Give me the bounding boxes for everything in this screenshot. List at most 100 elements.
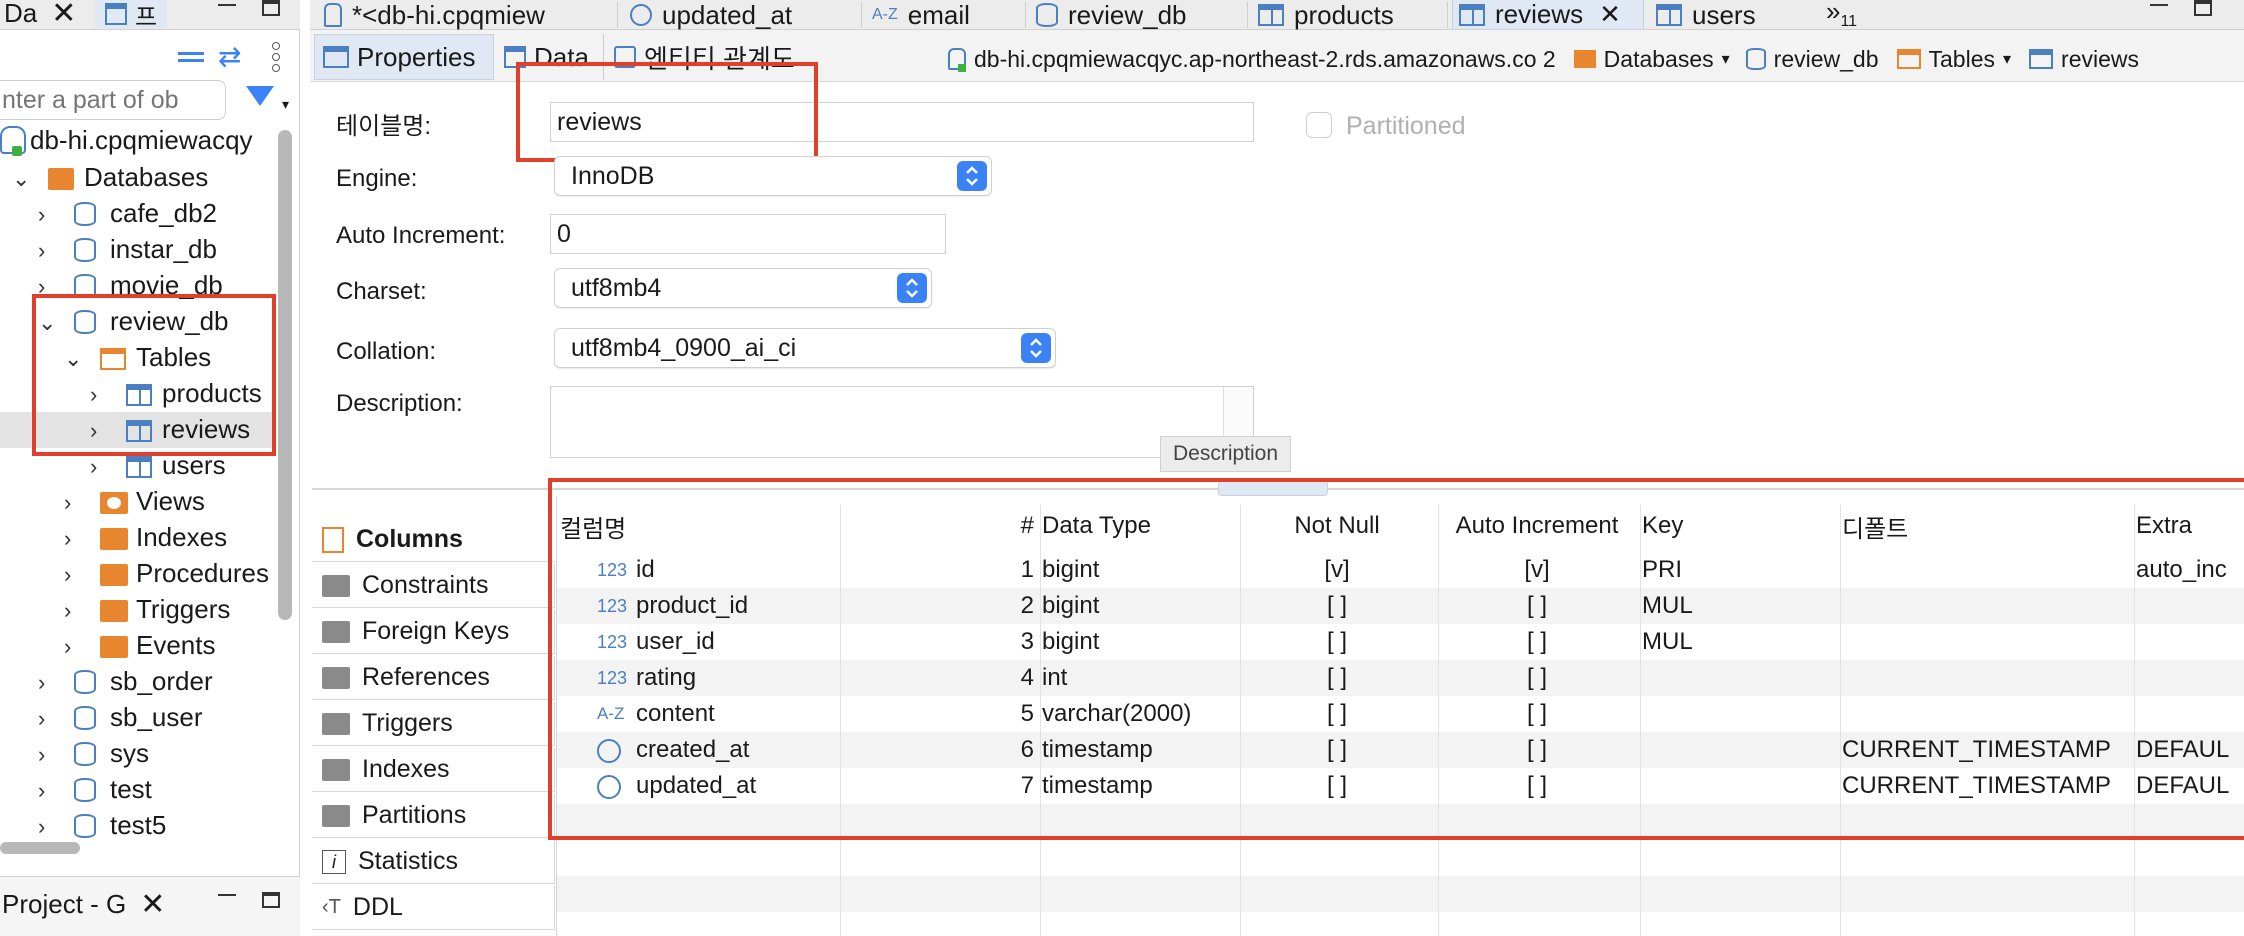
- cell-name[interactable]: rating: [636, 660, 834, 696]
- cell-num[interactable]: 5: [842, 696, 1034, 732]
- column-header[interactable]: Auto Increment: [1440, 508, 1634, 544]
- chevron-right-icon[interactable]: ›: [64, 490, 71, 516]
- cell-default[interactable]: [1842, 588, 2128, 624]
- chevron-right-icon[interactable]: ›: [38, 814, 45, 840]
- chevron-right-icon[interactable]: ›: [90, 454, 97, 480]
- maximize-icon[interactable]: [2194, 0, 2212, 16]
- cell-type[interactable]: timestamp: [1042, 732, 1234, 768]
- filter-input[interactable]: [0, 80, 226, 120]
- cell-extra[interactable]: [2136, 588, 2236, 624]
- tab-review-db[interactable]: review_db: [1030, 0, 1248, 30]
- splitter-handle[interactable]: [1218, 480, 1328, 496]
- cell-extra[interactable]: [2136, 660, 2236, 696]
- tree-item[interactable]: › movie_db: [0, 268, 276, 304]
- chevron-right-icon[interactable]: ›: [64, 598, 71, 624]
- cell-type[interactable]: bigint: [1042, 588, 1234, 624]
- subtab-properties[interactable]: Properties: [314, 34, 494, 80]
- collapse-all-icon[interactable]: [178, 50, 204, 64]
- cell-type[interactable]: bigint: [1042, 624, 1234, 660]
- chevron-down-icon[interactable]: ⌄: [12, 166, 30, 192]
- table-row[interactable]: created_at 6 timestamp[ ][ ] CURRENT_TIMEST…: [557, 732, 2244, 768]
- cell-key[interactable]: MUL: [1642, 588, 1834, 624]
- cell-type[interactable]: int: [1042, 660, 1234, 696]
- subtab-data[interactable]: Data: [500, 34, 604, 80]
- chevron-down-icon[interactable]: ▾: [2003, 49, 2011, 69]
- tab-products[interactable]: products: [1252, 0, 1448, 30]
- chevron-right-icon[interactable]: ›: [64, 526, 71, 552]
- chevron-right-icon[interactable]: ›: [38, 238, 45, 264]
- chevron-right-icon[interactable]: ›: [38, 706, 45, 732]
- cell-type[interactable]: bigint: [1042, 552, 1234, 588]
- cell-key[interactable]: [1642, 696, 1834, 732]
- cell-default[interactable]: [1842, 552, 2128, 588]
- chevron-right-icon[interactable]: ›: [38, 742, 45, 768]
- cell-name[interactable]: content: [636, 696, 834, 732]
- cell-auto-inc[interactable]: [ ]: [1440, 624, 1634, 660]
- chevron-down-icon[interactable]: ▾: [1722, 49, 1730, 69]
- chevron-right-icon[interactable]: ›: [38, 670, 45, 696]
- table-row[interactable]: 123 id 1 bigint [v] [v] PRI auto_inc: [557, 552, 2244, 588]
- tree-item[interactable]: ⌄ review_db: [0, 304, 276, 340]
- breadcrumb-connection[interactable]: db-hi.cpqmiewacqyc.ap-northeast-2.rds.am…: [974, 46, 1556, 73]
- table-row[interactable]: 123 product_id 2 bigint[ ][ ] MUL: [557, 588, 2244, 624]
- tree-item[interactable]: › Triggers: [0, 592, 276, 628]
- cell-key[interactable]: [1642, 768, 1834, 804]
- cell-not-null[interactable]: [v]: [1242, 552, 1432, 588]
- column-header[interactable]: 컬럼명: [560, 508, 834, 544]
- filter-icon[interactable]: [246, 86, 274, 106]
- cell-auto-inc[interactable]: [ ]: [1440, 660, 1634, 696]
- tree-connection[interactable]: db-hi.cpqmiewacqy: [0, 122, 253, 158]
- chevron-down-icon[interactable]: ⌄: [38, 310, 56, 336]
- sidetab-indexes[interactable]: Indexes: [312, 748, 555, 792]
- tree-item[interactable]: › products: [0, 376, 276, 412]
- chevron-right-icon[interactable]: ›: [38, 274, 45, 300]
- tree-item[interactable]: › reviews: [0, 412, 276, 448]
- cell-auto-inc[interactable]: [ ]: [1440, 696, 1634, 732]
- chevron-right-icon[interactable]: ›: [38, 778, 45, 804]
- tab-email[interactable]: A-Z email: [866, 0, 1026, 30]
- tree-item[interactable]: › Views: [0, 484, 276, 520]
- cell-default[interactable]: [1842, 696, 2128, 732]
- tree-item[interactable]: › Procedures: [0, 556, 276, 592]
- cell-default[interactable]: CURRENT_TIMESTAMP: [1842, 732, 2128, 768]
- cell-extra[interactable]: [2136, 624, 2236, 660]
- table-row[interactable]: 123 user_id 3 bigint[ ][ ] MUL: [557, 624, 2244, 660]
- sidetab-columns[interactable]: Columns: [312, 518, 555, 562]
- cell-name[interactable]: product_id: [636, 588, 834, 624]
- column-header[interactable]: Extra: [2136, 508, 2236, 544]
- cell-num[interactable]: 3: [842, 624, 1034, 660]
- chevron-down-icon[interactable]: ▾: [282, 96, 289, 113]
- minimize-icon[interactable]: [218, 4, 236, 8]
- tree-item[interactable]: ⌄ Databases: [0, 160, 276, 196]
- tree-item[interactable]: › sb_order: [0, 664, 276, 700]
- table-name-field[interactable]: reviews: [550, 102, 1254, 142]
- engine-select[interactable]: InnoDB: [554, 156, 992, 196]
- cell-name[interactable]: updated_at: [636, 768, 834, 804]
- breadcrumb-database[interactable]: review_db: [1774, 46, 1879, 73]
- tree-item[interactable]: ⌄ Tables: [0, 340, 276, 376]
- tree-item[interactable]: › Events: [0, 628, 276, 664]
- cell-type[interactable]: timestamp: [1042, 768, 1234, 804]
- cell-auto-inc[interactable]: [ ]: [1440, 588, 1634, 624]
- cell-num[interactable]: 4: [842, 660, 1034, 696]
- tab-reviews[interactable]: reviews ✕: [1452, 0, 1644, 30]
- tab-updated-at[interactable]: updated_at: [624, 0, 862, 30]
- cell-not-null[interactable]: [ ]: [1242, 732, 1432, 768]
- cell-extra[interactable]: [2136, 696, 2236, 732]
- cell-name[interactable]: id: [636, 552, 834, 588]
- close-icon[interactable]: ✕: [1599, 0, 1621, 29]
- close-icon[interactable]: ✕: [140, 887, 165, 922]
- tree-item[interactable]: › test5: [0, 808, 276, 844]
- breadcrumb-table[interactable]: reviews: [2061, 46, 2139, 73]
- tree-scrollbar[interactable]: [278, 130, 292, 620]
- sidetab-foreign-keys[interactable]: Foreign Keys: [312, 610, 555, 654]
- tab-users[interactable]: users: [1650, 0, 1800, 30]
- cell-key[interactable]: [1642, 660, 1834, 696]
- maximize-icon[interactable]: [262, 892, 280, 908]
- tabs-overflow-indicator[interactable]: »11: [1826, 0, 1857, 31]
- chevron-right-icon[interactable]: ›: [64, 634, 71, 660]
- tree-item[interactable]: › sys: [0, 736, 276, 772]
- chevron-right-icon[interactable]: ›: [90, 382, 97, 408]
- sidetab-triggers[interactable]: Triggers: [312, 702, 555, 746]
- table-row[interactable]: A-Z content 5 varchar(2000)[ ][ ]: [557, 696, 2244, 732]
